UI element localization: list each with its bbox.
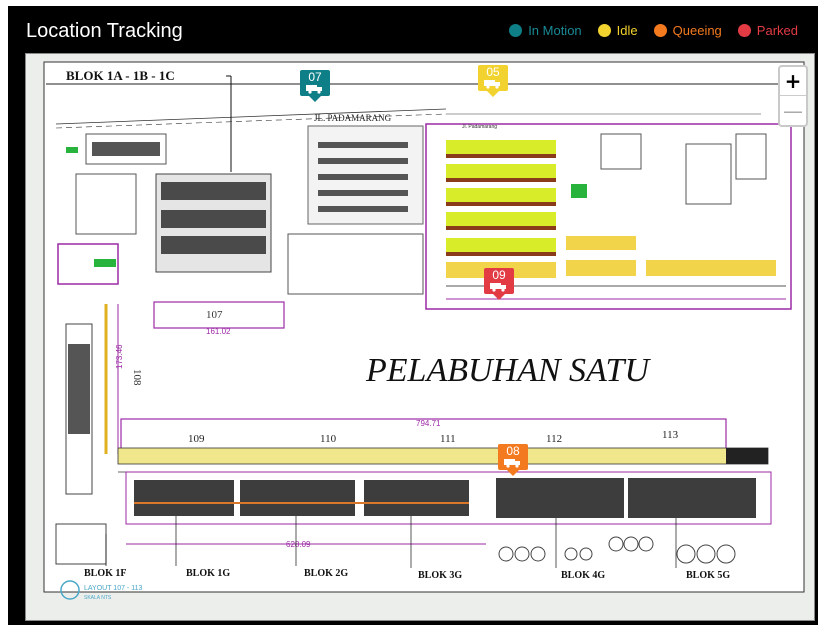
legend-in-motion: In Motion xyxy=(509,23,582,38)
marker-body: 07 xyxy=(300,70,330,96)
storage-block-5g xyxy=(628,478,756,518)
zoom-in-button[interactable]: + xyxy=(780,67,806,96)
building xyxy=(600,133,642,170)
truck-icon xyxy=(490,283,506,292)
marker-tip xyxy=(487,91,499,97)
legend-label: Parked xyxy=(756,23,798,38)
wharf-end xyxy=(726,448,768,464)
area-name: PELABUHAN SATU xyxy=(365,352,651,389)
truck-icon xyxy=(484,80,500,89)
legend-label: Idle xyxy=(616,23,638,38)
street-label-small: Jl. Padamarang xyxy=(462,124,497,130)
marker-tip xyxy=(309,96,321,102)
dimension-label: 628.09 xyxy=(286,540,311,549)
storage-row xyxy=(161,182,266,200)
port-layout-map[interactable]: 107 161.02 108 173.46 PELABUHAN SATU 794… xyxy=(26,54,815,621)
layout-label: LAYOUT 107 - 113 xyxy=(84,585,142,592)
marker-body: 09 xyxy=(484,268,514,294)
storage-column xyxy=(68,344,90,434)
block-title: BLOK 1A - 1B - 1C xyxy=(66,68,175,83)
marker-tip xyxy=(507,470,519,476)
legend-idle: Idle xyxy=(597,23,638,38)
legend-label: In Motion xyxy=(528,23,582,38)
block-label: BLOK 4G xyxy=(561,570,605,581)
zoom-out-button[interactable]: — xyxy=(780,96,806,125)
in-motion-dot-icon xyxy=(509,24,523,37)
legend-label: Queeing xyxy=(672,23,722,38)
legend-parked: Parked xyxy=(737,23,798,38)
truck-icon xyxy=(504,459,520,468)
street-label: JL. PADAMARANG xyxy=(314,113,392,123)
storage-row xyxy=(161,210,266,228)
green-area xyxy=(66,147,78,153)
truck-icon xyxy=(306,85,322,94)
terminal-lower xyxy=(287,233,424,295)
dimension-label: 161.02 xyxy=(206,327,231,336)
storage-row xyxy=(161,236,266,254)
status-legend: In Motion Idle Queeing Parked xyxy=(509,23,798,38)
marker-id: 07 xyxy=(308,70,322,84)
marker-body: 05 xyxy=(478,65,508,91)
building xyxy=(55,523,107,565)
zone-label: 108 xyxy=(131,369,143,386)
zone-label: 112 xyxy=(546,433,562,445)
block-label: BLOK 1G xyxy=(186,568,230,579)
vehicle-marker-09[interactable]: 09 xyxy=(484,268,514,300)
zone-label: 107 xyxy=(206,309,223,321)
block-label: BLOK 3G xyxy=(418,570,462,581)
block-label: BLOK 2G xyxy=(304,568,348,579)
parked-dot-icon xyxy=(737,24,751,37)
green-area xyxy=(94,259,116,267)
map-view[interactable]: 107 161.02 108 173.46 PELABUHAN SATU 794… xyxy=(25,53,815,621)
marker-id: 08 xyxy=(506,444,520,458)
tracking-panel: Location Tracking In Motion Idle Queeing… xyxy=(8,6,818,625)
building xyxy=(685,143,732,205)
wharf xyxy=(117,447,769,465)
zone-label: 110 xyxy=(320,433,337,445)
green-area xyxy=(571,184,587,198)
zoom-control: + — xyxy=(778,65,808,127)
marker-tip xyxy=(493,294,505,300)
storage-block-1g xyxy=(134,480,234,516)
layout-sub: SKALA NTS xyxy=(84,595,112,601)
marker-body: 08 xyxy=(498,444,528,470)
storage-block-2g xyxy=(240,480,355,516)
vehicle-marker-08[interactable]: 08 xyxy=(498,444,528,476)
storage-block-4g xyxy=(496,478,624,518)
zone-label: 113 xyxy=(662,429,679,441)
panel-title: Location Tracking xyxy=(26,20,183,42)
vehicle-marker-05[interactable]: 05 xyxy=(478,65,508,97)
queeing-dot-icon xyxy=(653,24,667,37)
marker-id: 05 xyxy=(486,65,500,79)
legend-queeing: Queeing xyxy=(653,23,722,38)
zone-label: 109 xyxy=(188,433,205,445)
idle-dot-icon xyxy=(597,24,611,37)
block-label: BLOK 1F xyxy=(84,568,127,579)
dimension-label: 173.46 xyxy=(115,344,124,369)
vehicle-marker-07[interactable]: 07 xyxy=(300,70,330,102)
zone-label: 111 xyxy=(440,433,456,445)
building xyxy=(735,133,767,180)
dimension-label: 794.71 xyxy=(416,419,441,428)
marker-id: 09 xyxy=(492,268,506,282)
building xyxy=(75,173,137,235)
storage-block-3g xyxy=(364,480,469,516)
building-rows xyxy=(92,142,160,156)
block-label: BLOK 5G xyxy=(686,570,730,581)
